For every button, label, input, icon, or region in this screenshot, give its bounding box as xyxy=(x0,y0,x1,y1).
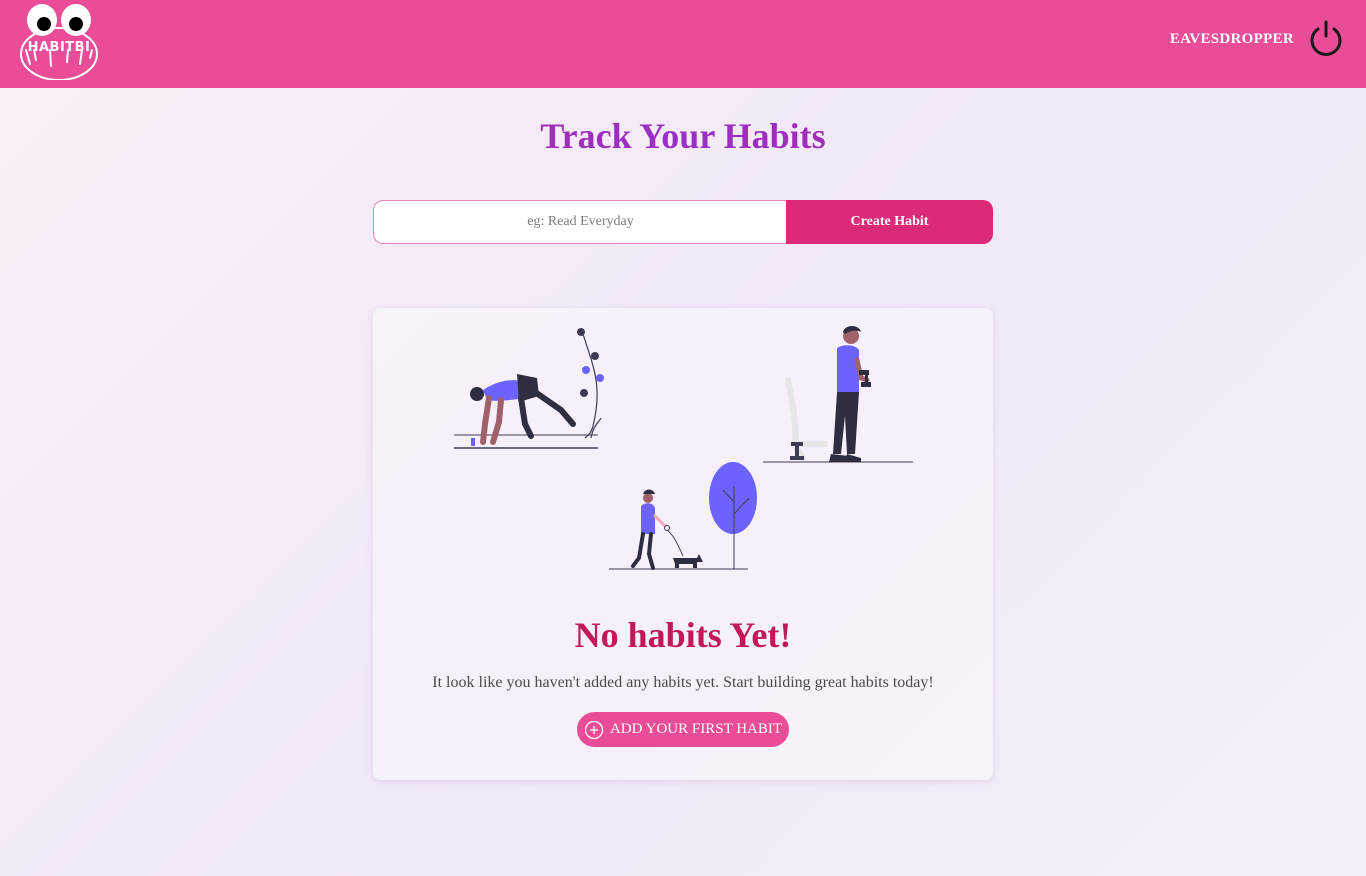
empty-state-title: No habits Yet! xyxy=(574,615,792,655)
logout-button[interactable] xyxy=(1306,20,1346,60)
logo-text: HABITBI xyxy=(27,40,91,55)
navbar: HABITBI EAVESDROPPER xyxy=(0,0,1366,88)
add-first-habit-label: ADD YOUR FIRST HABIT xyxy=(609,721,783,737)
plus-circle-icon xyxy=(584,720,604,739)
power-icon xyxy=(1310,20,1342,56)
app-logo[interactable]: HABITBI xyxy=(20,2,98,81)
username-label: EAVESDROPPER xyxy=(1169,31,1294,47)
habit-input[interactable] xyxy=(373,200,787,244)
empty-state-description: It look like you haven't added any habit… xyxy=(432,674,934,691)
empty-state-card: No habits Yet! It look like you haven't … xyxy=(373,308,993,780)
fitness-habits-illustration xyxy=(454,326,913,570)
add-first-habit-button[interactable]: ADD YOUR FIRST HABIT xyxy=(577,712,789,747)
page-title: Track Your Habits xyxy=(0,115,1366,157)
create-habit-button[interactable]: Create Habit xyxy=(786,200,993,244)
